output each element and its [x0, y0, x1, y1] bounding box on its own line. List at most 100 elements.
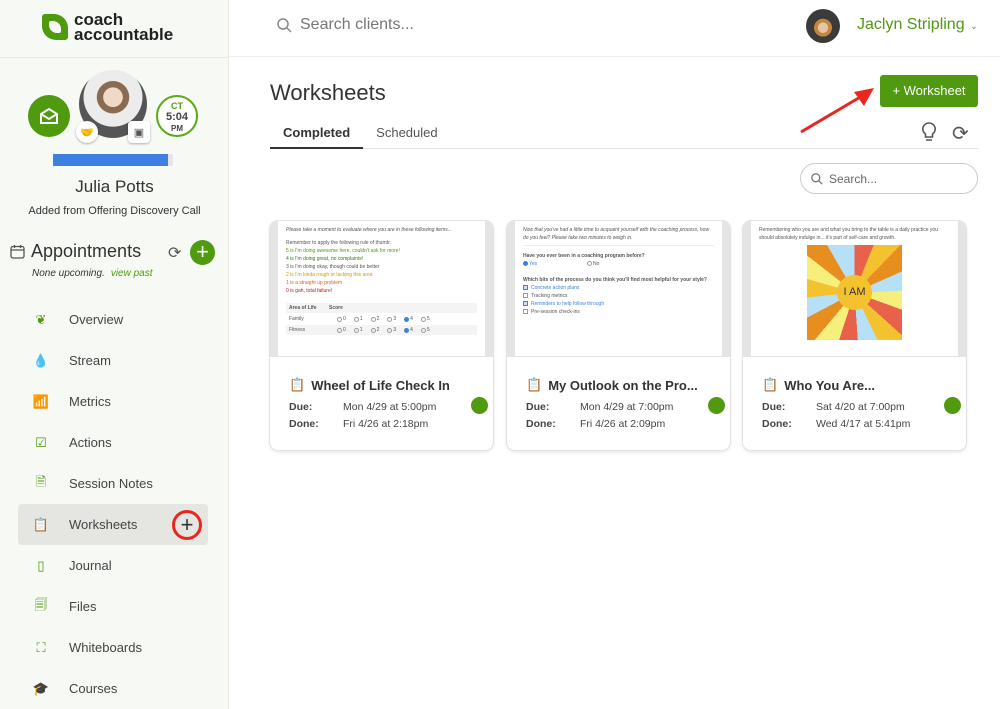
- logo-mark-icon: [42, 14, 68, 40]
- tab-completed[interactable]: Completed: [270, 120, 364, 149]
- leaf-icon: ❦: [35, 311, 47, 327]
- done-label: Done:: [526, 418, 556, 430]
- status-dot: [471, 397, 488, 414]
- done-label: Done:: [762, 418, 792, 430]
- message-button[interactable]: [28, 95, 70, 137]
- preview-text: Area of Life: [289, 305, 317, 311]
- preview-text: Now that you've had a little time to acq…: [523, 226, 714, 246]
- worksheet-search-input[interactable]: Search...: [800, 163, 978, 194]
- sidebar-item-label: Worksheets: [69, 517, 138, 532]
- files-icon: 🗐: [34, 596, 48, 612]
- preview-text: Score: [329, 305, 343, 311]
- sidebar-item-label: Metrics: [69, 394, 111, 409]
- worksheet-search-placeholder: Search...: [829, 171, 878, 186]
- sidebar-item-files[interactable]: 🗐 Files: [18, 586, 208, 627]
- preview-text: 5 is I'm doing awesome here, couldn't as…: [286, 248, 400, 254]
- worksheet-card[interactable]: Remembering who you are and what you bri…: [743, 221, 966, 450]
- progress-fill: [53, 154, 169, 166]
- check-square-icon: ☑: [35, 434, 47, 450]
- due-date: Mon 4/29 at 7:00pm: [580, 401, 674, 413]
- sidebar: coach accountable 🤝 ▣ CT 5:04 PM Julia Pott…: [0, 0, 229, 709]
- sidebar-item-actions[interactable]: ☑ Actions: [18, 422, 208, 463]
- client-local-time: CT 5:04 PM: [156, 95, 198, 137]
- due-date: Mon 4/29 at 5:00pm: [343, 401, 437, 413]
- sidebar-item-label: Courses: [69, 681, 118, 696]
- logo[interactable]: coach accountable: [42, 11, 173, 43]
- worksheet-preview: Please take a moment to evaluate where y…: [270, 221, 493, 356]
- worksheet-card[interactable]: Please take a moment to evaluate where y…: [270, 221, 493, 450]
- preview-text: No: [593, 261, 600, 267]
- worksheet-title: Who You Are...: [784, 377, 875, 393]
- id-badge-icon[interactable]: ▣: [128, 121, 150, 143]
- add-appointment-button[interactable]: +: [190, 240, 215, 265]
- done-date: Fri 4/26 at 2:18pm: [343, 418, 429, 430]
- clipboard-icon: 📋: [32, 516, 50, 532]
- preview-text: Tracking metrics: [531, 293, 568, 299]
- due-label: Due:: [289, 401, 313, 413]
- appointments-status-text: None upcoming.: [32, 268, 105, 279]
- sidebar-item-label: Files: [69, 599, 97, 614]
- time: 5:04: [165, 111, 189, 123]
- add-worksheet-plus-button[interactable]: +: [172, 510, 202, 540]
- preview-text: Yes: [529, 261, 538, 267]
- handshake-icon[interactable]: 🤝: [76, 121, 98, 143]
- metrics-icon: 📶: [32, 393, 50, 409]
- preview-text: Pre-session check-ins: [531, 309, 580, 315]
- refresh-appointments-icon[interactable]: ⟳: [168, 243, 181, 263]
- preview-text: 1 is a straight up problem: [286, 280, 343, 286]
- client-search-input[interactable]: Search clients...: [277, 16, 414, 34]
- drop-icon: 💧: [32, 352, 50, 368]
- appointments-title: Appointments: [31, 241, 142, 261]
- refresh-icon[interactable]: ⟳: [952, 121, 969, 146]
- preview-text: Which bits of the process do you think y…: [523, 277, 707, 283]
- user-menu[interactable]: Jaclyn Stripling ⌄: [857, 16, 978, 34]
- sidebar-item-label: Journal: [69, 558, 112, 573]
- add-worksheet-button[interactable]: + Worksheet: [880, 75, 978, 107]
- top-bar: Search clients... Jaclyn Stripling ⌄: [229, 0, 1000, 57]
- user-avatar[interactable]: [806, 9, 840, 43]
- sidebar-item-worksheets[interactable]: 📋 Worksheets +: [18, 504, 208, 545]
- sidebar-item-stream[interactable]: 💧 Stream: [18, 340, 208, 381]
- preview-text: Concrete action plans: [531, 285, 580, 291]
- due-label: Due:: [762, 401, 786, 413]
- status-dot: [708, 397, 725, 414]
- lightbulb-icon[interactable]: [920, 121, 938, 148]
- client-name: Julia Potts: [75, 177, 154, 196]
- sidebar-item-whiteboards[interactable]: ⛶ Whiteboards: [18, 627, 208, 668]
- preview-text: Please take a moment to evaluate where y…: [286, 227, 452, 233]
- view-past-link[interactable]: view past: [111, 268, 153, 279]
- preview-text: Remembering who you are and what you bri…: [759, 227, 938, 241]
- status-dot: [944, 397, 961, 414]
- page-title: Worksheets: [270, 80, 386, 105]
- preview-text: 4 is I'm doing great, no complaints!: [286, 256, 364, 262]
- preview-text: 0 is gah, total failure!: [286, 288, 333, 294]
- preview-text: Reminders to help follow through: [531, 301, 605, 307]
- whiteboard-icon: ⛶: [36, 639, 46, 655]
- clipboard-check-icon: 📋: [762, 377, 779, 392]
- i-am-sunburst-image: I AM: [807, 245, 902, 340]
- client-progress-bar: [53, 154, 173, 166]
- appointments-status: None upcoming. view past: [32, 268, 153, 279]
- sidebar-item-session-notes[interactable]: 🗎 Session Notes: [18, 463, 208, 504]
- sidebar-item-label: Actions: [69, 435, 112, 450]
- sidebar-item-metrics[interactable]: 📶 Metrics: [18, 381, 208, 422]
- worksheet-card[interactable]: Now that you've had a little time to acq…: [507, 221, 730, 450]
- sidebar-item-label: Whiteboards: [69, 640, 142, 655]
- clipboard-check-icon: 📋: [526, 377, 543, 392]
- worksheet-title: Wheel of Life Check In: [311, 377, 450, 393]
- clipboard-check-icon: 📋: [289, 377, 306, 392]
- sidebar-item-overview[interactable]: ❦ Overview: [18, 299, 208, 340]
- tab-scheduled[interactable]: Scheduled: [363, 120, 450, 149]
- preview-text: Fitness: [289, 327, 306, 333]
- preview-text: Family: [289, 316, 304, 322]
- sidebar-item-label: Session Notes: [69, 476, 153, 491]
- graduation-cap-icon: 🎓: [32, 680, 50, 696]
- sidebar-item-courses[interactable]: 🎓 Courses: [18, 668, 208, 709]
- appointments-header: Appointments: [10, 241, 141, 262]
- sidebar-item-label: Stream: [69, 353, 111, 368]
- due-label: Due:: [526, 401, 550, 413]
- sidebar-item-journal[interactable]: ▯ Journal: [18, 545, 208, 586]
- worksheet-title: My Outlook on the Pro...: [548, 377, 698, 393]
- search-icon: [277, 17, 292, 33]
- done-label: Done:: [289, 418, 319, 430]
